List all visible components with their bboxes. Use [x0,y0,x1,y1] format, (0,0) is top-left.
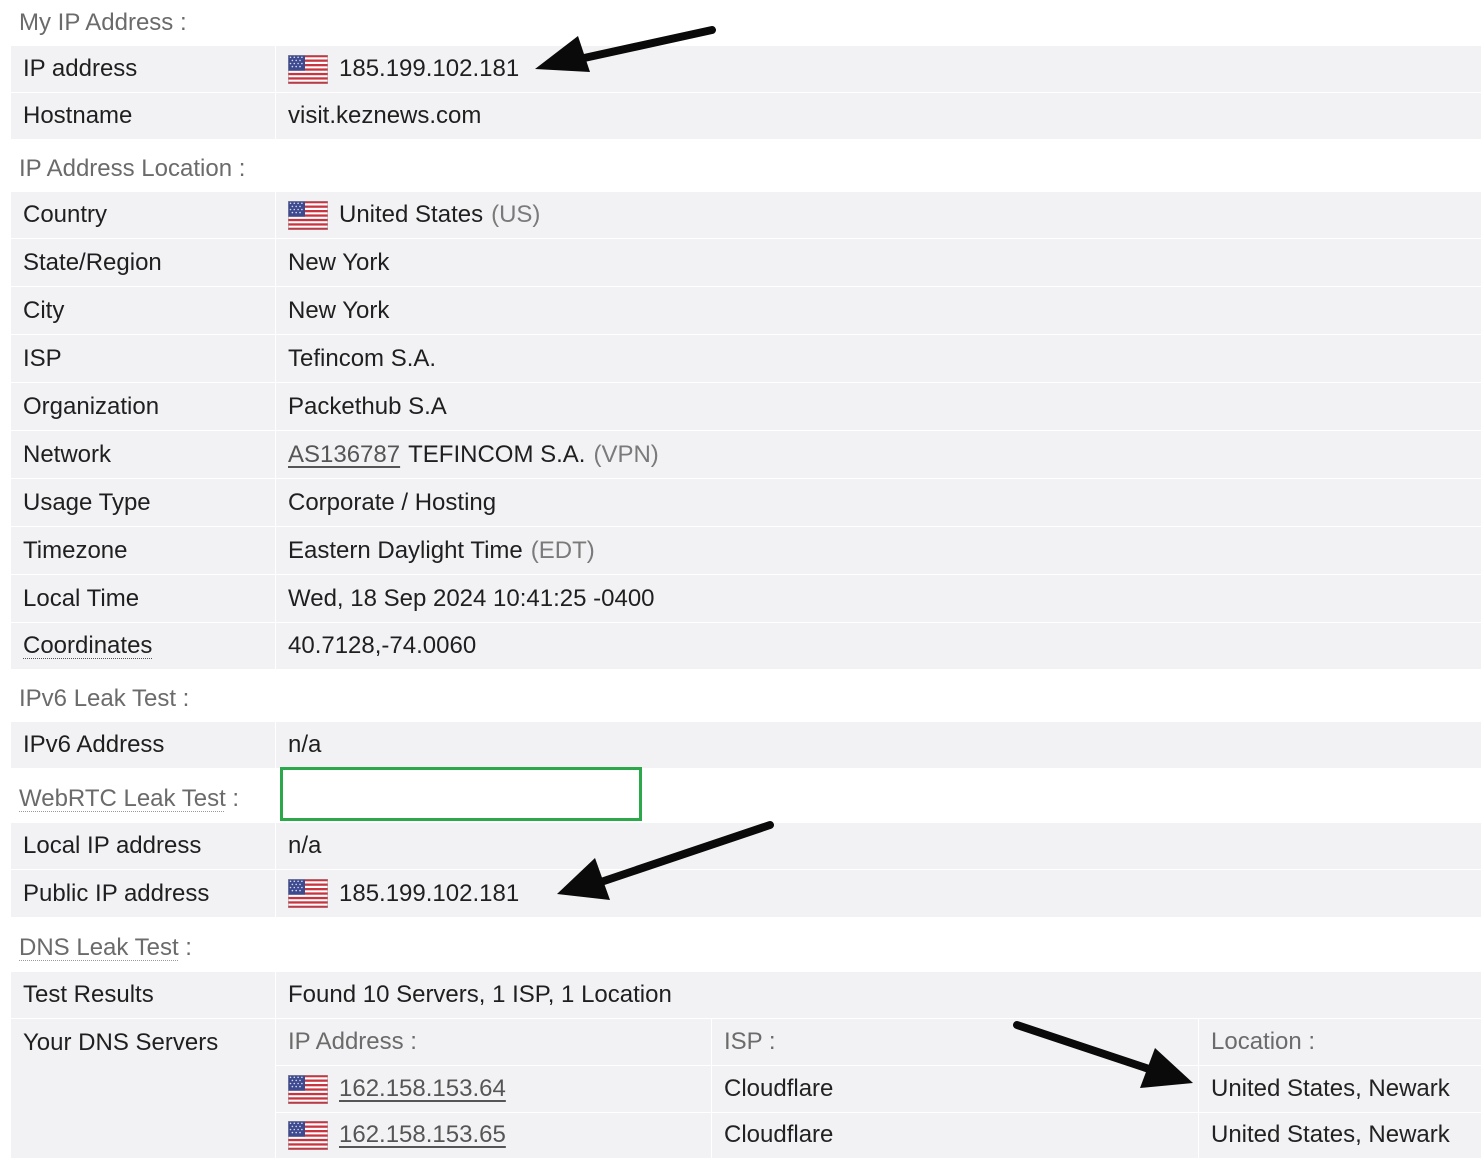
section-dns: DNS Leak Test : [11,917,1481,971]
row-usage-type: Usage Type Corporate / Hosting [11,478,1481,526]
col-isp-header: ISP : [712,1019,1199,1066]
dns-server-isp: Cloudflare [712,1066,1199,1112]
region-value: New York [288,248,390,276]
row-public-ip: Public IP address 185.199.102.181 [11,869,1481,917]
timezone-value: Eastern Daylight Time [288,536,523,564]
dns-server-isp: Cloudflare [712,1112,1199,1158]
dns-server-ip-link[interactable]: 162.158.153.65 [339,1121,506,1149]
dns-server-location: United States, Newark [1211,1075,1450,1102]
region-label: State/Region [11,239,276,286]
row-country: Country United States (US) [11,191,1481,238]
row-timezone: Timezone Eastern Daylight Time (EDT) [11,526,1481,574]
us-flag-icon [288,879,328,908]
local-ip-value: n/a [288,832,322,859]
row-local-ip: Local IP address n/a [11,822,1481,869]
network-name: TEFINCOM S.A. [408,440,586,468]
row-local-time: Local Time Wed, 18 Sep 2024 10:41:25 -04… [11,574,1481,622]
usage-type-value: Corporate / Hosting [288,488,497,516]
row-region: State/Region New York [11,238,1481,286]
webrtc-leak-test-title[interactable]: WebRTC Leak Test [19,785,226,812]
ipv6-address-label: IPv6 Address [11,722,276,768]
us-flag-icon [288,55,328,84]
organization-value: Packethub S.A [288,392,447,420]
coordinates-value: 40.7128,-74.0060 [288,632,477,659]
ip-address-value: 185.199.102.181 [339,55,520,82]
table-row: 162.158.153.65 Cloudflare United States,… [276,1111,1481,1158]
webrtc-colon: : [225,785,240,812]
ip-address-label: IP address [11,46,276,92]
us-flag-icon [288,1121,328,1150]
hostname-label: Hostname [11,93,276,139]
city-label: City [11,287,276,334]
section-ipv6: IPv6 Leak Test : [11,669,1481,721]
row-hostname: Hostname visit.keznews.com [11,92,1481,139]
row-city: City New York [11,286,1481,334]
city-value: New York [288,296,390,324]
section-location: IP Address Location : [11,139,1481,191]
section-webrtc: WebRTC Leak Test : [11,768,1481,822]
row-ip-address: IP address 185.199.102.181 [11,45,1481,92]
ipv6-address-value: n/a [288,731,322,758]
network-tag: (VPN) [593,440,659,468]
dns-servers-table: IP Address : ISP : Location : 162.158.15… [276,1019,1481,1158]
dns-colon: : [178,934,192,961]
webrtc-highlight-box [280,767,642,821]
local-time-label: Local Time [11,575,276,622]
row-dns-servers: Your DNS Servers IP Address : ISP : Loca… [11,1018,1481,1158]
row-organization: Organization Packethub S.A [11,382,1481,430]
us-flag-icon [288,201,328,230]
row-coordinates: Coordinates 40.7128,-74.0060 [11,622,1481,669]
timezone-abbr: (EDT) [530,536,595,564]
us-flag-icon [288,1075,328,1104]
row-isp: ISP Tefincom S.A. [11,334,1481,382]
row-network: Network AS136787 TEFINCOM S.A. (VPN) [11,430,1481,478]
section-my-ip: My IP Address : [11,0,1481,45]
dns-servers-label: Your DNS Servers [11,1019,276,1158]
organization-label: Organization [11,383,276,430]
public-ip-value: 185.199.102.181 [339,879,520,907]
ip-report: My IP Address : IP address 185.199.102.1… [11,0,1481,1158]
local-time-value: Wed, 18 Sep 2024 10:41:25 -0400 [288,584,655,612]
country-code: (US) [491,201,541,228]
network-asn-link[interactable]: AS136787 [288,441,400,469]
public-ip-label: Public IP address [11,870,276,917]
local-ip-label: Local IP address [11,823,276,869]
table-row: 162.158.153.64 Cloudflare United States,… [276,1065,1481,1112]
dns-leak-test-title[interactable]: DNS Leak Test [19,934,179,961]
col-location-header: Location : [1211,1028,1316,1056]
timezone-label: Timezone [11,527,276,574]
coordinates-label[interactable]: Coordinates [23,632,152,660]
dns-server-ip-link[interactable]: 162.158.153.64 [339,1075,506,1103]
test-results-label: Test Results [11,972,276,1018]
col-ip-header: IP Address : [276,1019,712,1066]
country-label: Country [11,192,276,238]
isp-value: Tefincom S.A. [288,344,437,372]
country-value: United States [339,201,484,228]
test-results-value: Found 10 Servers, 1 ISP, 1 Location [288,981,672,1008]
dns-table-header: IP Address : ISP : Location : [276,1019,1481,1066]
network-label: Network [11,431,276,478]
row-test-results: Test Results Found 10 Servers, 1 ISP, 1 … [11,971,1481,1018]
usage-type-label: Usage Type [11,479,276,526]
row-ipv6-address: IPv6 Address n/a [11,721,1481,768]
dns-server-location: United States, Newark [1211,1121,1450,1149]
isp-label: ISP [11,335,276,382]
hostname-value: visit.keznews.com [288,102,482,129]
